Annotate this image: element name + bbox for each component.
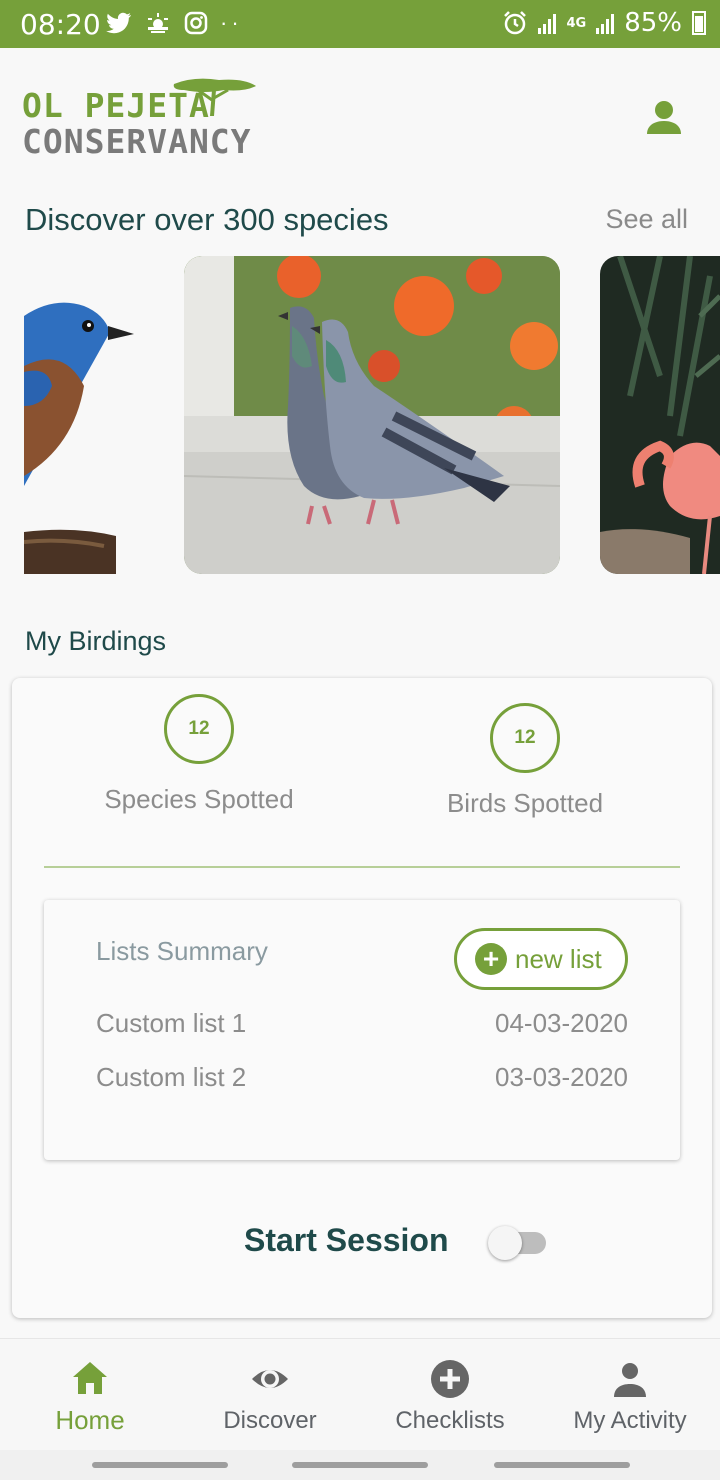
see-all-link[interactable]: See all [605, 204, 688, 235]
person-icon [614, 1363, 646, 1397]
logo-text-line2: CONSERVANCY [22, 122, 252, 161]
bluebird-image [24, 256, 144, 574]
nav-home[interactable]: Home [0, 1339, 180, 1451]
system-gesture-bar [0, 1450, 720, 1480]
nav-my-activity-label: My Activity [573, 1407, 687, 1434]
battery-percent: 85% [624, 8, 682, 38]
my-birdings-card: 12 Species Spotted 12 Birds Spotted List… [12, 678, 712, 1318]
lists-summary-card: Lists Summary + new list Custom list 1 0… [44, 900, 680, 1160]
nav-my-activity[interactable]: My Activity [540, 1339, 720, 1451]
toggle-thumb [488, 1226, 522, 1260]
divider [44, 866, 680, 868]
home-icon [73, 1362, 107, 1394]
status-time: 08:20 [20, 8, 101, 41]
network-type: 4G [566, 15, 587, 31]
plus-icon: + [475, 943, 507, 975]
status-bar: 08:20 ·· 4G 85% [0, 0, 720, 48]
weather-icon [148, 13, 168, 33]
nav-checklists-label: Checklists [395, 1407, 505, 1434]
gesture-pill[interactable] [292, 1462, 428, 1468]
species-card-pigeons[interactable] [184, 256, 560, 574]
nav-discover-label: Discover [223, 1407, 317, 1434]
start-session-label: Start Session [244, 1222, 449, 1258]
person-icon [647, 101, 681, 134]
list-item-date: 03-03-2020 [495, 1062, 628, 1092]
flamingo-image [600, 256, 720, 574]
more-notifications-icon: ·· [220, 10, 243, 35]
instagram-icon [184, 11, 208, 35]
list-item-date: 04-03-2020 [495, 1008, 628, 1038]
species-card-flamingo[interactable] [600, 256, 720, 574]
species-count-badge: 12 [164, 694, 234, 764]
plus-circle-icon [431, 1360, 469, 1398]
twitter-icon [106, 12, 131, 34]
list-item-name[interactable]: Custom list 2 [96, 1062, 246, 1093]
nav-discover[interactable]: Discover [180, 1339, 360, 1451]
birds-spotted-label: Birds Spotted [446, 788, 604, 818]
start-session-toggle[interactable] [488, 1224, 552, 1260]
profile-button[interactable] [640, 94, 688, 142]
species-spotted-label: Species Spotted [104, 784, 294, 814]
signal-icon-2 [596, 12, 615, 34]
conservancy-logo: OL PEJETA CONSERVANCY [22, 76, 262, 166]
gesture-pill[interactable] [92, 1462, 228, 1468]
gesture-pill[interactable] [494, 1462, 630, 1468]
list-item-name[interactable]: Custom list 1 [96, 1008, 246, 1039]
signal-icon [538, 12, 557, 34]
battery-icon [692, 11, 706, 35]
eye-icon [252, 1370, 288, 1388]
discover-title: Discover over 300 species [25, 202, 389, 237]
my-birdings-title: My Birdings [25, 626, 167, 656]
birds-count-badge: 12 [490, 703, 560, 773]
nav-home-label: Home [55, 1405, 125, 1435]
bottom-navigation: Home Discover Checklists My Activity [0, 1338, 720, 1450]
species-card-bluebird[interactable] [24, 256, 144, 574]
alarm-icon [504, 11, 527, 35]
lists-summary-title: Lists Summary [96, 936, 268, 966]
new-list-label: new list [515, 943, 602, 974]
pigeons-image [184, 256, 560, 574]
new-list-button[interactable]: + new list [454, 928, 628, 990]
logo-text-line1: OL PEJETA [22, 86, 210, 125]
nav-checklists[interactable]: Checklists [360, 1339, 540, 1451]
